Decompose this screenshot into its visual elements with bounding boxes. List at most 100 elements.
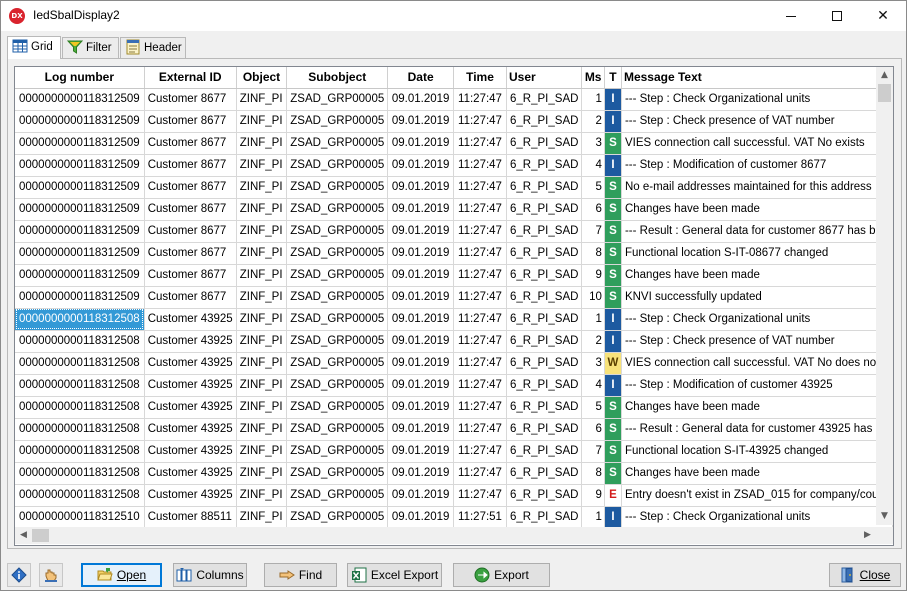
col-header-subobject[interactable]: Subobject — [286, 67, 389, 89]
cell-object[interactable]: ZINF_PI — [236, 220, 288, 243]
cell-user[interactable]: 6_R_PI_SAD — [506, 440, 583, 463]
cell-message-text[interactable]: Changes have been made — [621, 198, 893, 221]
cell-time[interactable]: 11:27:47 — [453, 264, 508, 287]
cell-ms[interactable]: 6 — [581, 418, 605, 441]
cell-type[interactable]: S — [604, 242, 622, 265]
cell-ms[interactable]: 10 — [581, 286, 605, 309]
cell-object[interactable]: ZINF_PI — [236, 462, 288, 485]
cell-date[interactable]: 09.01.2019 — [387, 484, 454, 507]
cell-external-id[interactable]: Customer 8677 — [144, 176, 237, 199]
cell-user[interactable]: 6_R_PI_SAD — [506, 308, 583, 331]
cell-subobject[interactable]: ZSAD_GRP00005 — [286, 176, 389, 199]
cell-external-id[interactable]: Customer 43925 — [144, 396, 237, 419]
cell-ms[interactable]: 5 — [581, 396, 605, 419]
cell-user[interactable]: 6_R_PI_SAD — [506, 506, 583, 529]
cell-time[interactable]: 11:27:47 — [453, 154, 508, 177]
scroll-right-icon[interactable]: ▶ — [859, 527, 876, 544]
cell-log-number[interactable]: 0000000000118312509 — [15, 286, 145, 309]
table-row[interactable]: 0000000000118312508 Customer 43925 ZINF_PI… — [15, 308, 893, 331]
cell-object[interactable]: ZINF_PI — [236, 110, 288, 133]
tab-grid[interactable]: Grid — [7, 36, 61, 59]
cell-external-id[interactable]: Customer 8677 — [144, 198, 237, 221]
cell-type[interactable]: S — [604, 286, 622, 309]
cell-external-id[interactable]: Customer 8677 — [144, 88, 237, 111]
cell-log-number[interactable]: 0000000000118312509 — [15, 132, 145, 155]
cell-time[interactable]: 11:27:47 — [453, 462, 508, 485]
cell-subobject[interactable]: ZSAD_GRP00005 — [286, 352, 389, 375]
tab-filter[interactable]: Filter — [62, 37, 119, 59]
cell-object[interactable]: ZINF_PI — [236, 286, 288, 309]
cell-message-text[interactable]: --- Result : General data for customer 8… — [621, 220, 893, 243]
cell-message-text[interactable]: Entry doesn't exist in ZSAD_015 for comp… — [621, 484, 893, 507]
cell-ms[interactable]: 7 — [581, 440, 605, 463]
table-row[interactable]: 0000000000118312508 Customer 43925 ZINF_PI… — [15, 352, 893, 375]
scroll-down-icon[interactable]: ▼ — [876, 508, 893, 525]
cell-log-number[interactable]: 0000000000118312509 — [15, 154, 145, 177]
horizontal-scroll-thumb[interactable] — [32, 529, 49, 542]
cell-message-text[interactable]: VIES connection call successful. VAT No … — [621, 352, 893, 375]
cell-ms[interactable]: 1 — [581, 308, 605, 331]
table-row[interactable]: 0000000000118312509 Customer 8677 ZINF_PI Z… — [15, 88, 893, 111]
table-row[interactable]: 0000000000118312509 Customer 8677 ZINF_PI Z… — [15, 154, 893, 177]
col-header-user[interactable]: User — [506, 67, 583, 89]
cell-ms[interactable]: 5 — [581, 176, 605, 199]
cell-log-number[interactable]: 0000000000118312509 — [15, 264, 145, 287]
cell-log-number[interactable]: 0000000000118312508 — [15, 440, 145, 463]
cell-date[interactable]: 09.01.2019 — [387, 242, 454, 265]
cell-user[interactable]: 6_R_PI_SAD — [506, 176, 583, 199]
cell-time[interactable]: 11:27:47 — [453, 110, 508, 133]
table-row[interactable]: 0000000000118312508 Customer 43925 ZINF_PI… — [15, 396, 893, 419]
cell-date[interactable]: 09.01.2019 — [387, 506, 454, 529]
cell-date[interactable]: 09.01.2019 — [387, 374, 454, 397]
cell-external-id[interactable]: Customer 8677 — [144, 286, 237, 309]
cell-message-text[interactable]: Changes have been made — [621, 396, 893, 419]
cell-type[interactable]: S — [604, 462, 622, 485]
cell-subobject[interactable]: ZSAD_GRP00005 — [286, 308, 389, 331]
cell-time[interactable]: 11:27:47 — [453, 308, 508, 331]
col-header-date[interactable]: Date — [387, 67, 454, 89]
horizontal-scrollbar[interactable]: ◀ ▶ — [15, 527, 876, 544]
cell-type[interactable]: S — [604, 440, 622, 463]
table-row[interactable]: 0000000000118312509 Customer 8677 ZINF_PI Z… — [15, 132, 893, 155]
cell-object[interactable]: ZINF_PI — [236, 484, 288, 507]
table-row[interactable]: 0000000000118312509 Customer 8677 ZINF_PI Z… — [15, 264, 893, 287]
cell-log-number[interactable]: 0000000000118312508 — [15, 330, 145, 353]
cell-message-text[interactable]: --- Step : Check Organizational units — [621, 88, 893, 111]
table-row[interactable]: 0000000000118312508 Customer 43925 ZINF_PI… — [15, 418, 893, 441]
cell-ms[interactable]: 4 — [581, 374, 605, 397]
cell-subobject[interactable]: ZSAD_GRP00005 — [286, 374, 389, 397]
cell-ms[interactable]: 2 — [581, 110, 605, 133]
cell-subobject[interactable]: ZSAD_GRP00005 — [286, 110, 389, 133]
cell-ms[interactable]: 9 — [581, 484, 605, 507]
cell-user[interactable]: 6_R_PI_SAD — [506, 132, 583, 155]
cell-subobject[interactable]: ZSAD_GRP00005 — [286, 154, 389, 177]
cell-log-number[interactable]: 0000000000118312508 — [15, 396, 145, 419]
cell-external-id[interactable]: Customer 8677 — [144, 132, 237, 155]
cell-user[interactable]: 6_R_PI_SAD — [506, 220, 583, 243]
cell-log-number[interactable]: 0000000000118312508 — [15, 352, 145, 375]
cell-type[interactable]: S — [604, 220, 622, 243]
cell-subobject[interactable]: ZSAD_GRP00005 — [286, 242, 389, 265]
cell-object[interactable]: ZINF_PI — [236, 198, 288, 221]
cell-message-text[interactable]: No e-mail addresses maintained for this … — [621, 176, 893, 199]
cell-message-text[interactable]: --- Step : Check presence of VAT number — [621, 330, 893, 353]
cell-log-number[interactable]: 0000000000118312510 — [15, 506, 145, 529]
cell-object[interactable]: ZINF_PI — [236, 132, 288, 155]
table-row[interactable]: 0000000000118312510 Customer 88511 ZINF_PI… — [15, 506, 893, 529]
cell-date[interactable]: 09.01.2019 — [387, 198, 454, 221]
cell-external-id[interactable]: Customer 43925 — [144, 440, 237, 463]
cell-object[interactable]: ZINF_PI — [236, 88, 288, 111]
table-row[interactable]: 0000000000118312509 Customer 8677 ZINF_PI Z… — [15, 176, 893, 199]
cell-date[interactable]: 09.01.2019 — [387, 286, 454, 309]
cell-subobject[interactable]: ZSAD_GRP00005 — [286, 440, 389, 463]
cell-type[interactable]: S — [604, 264, 622, 287]
cell-user[interactable]: 6_R_PI_SAD — [506, 264, 583, 287]
cell-log-number[interactable]: 0000000000118312509 — [15, 176, 145, 199]
cell-user[interactable]: 6_R_PI_SAD — [506, 88, 583, 111]
cell-object[interactable]: ZINF_PI — [236, 352, 288, 375]
cell-subobject[interactable]: ZSAD_GRP00005 — [286, 88, 389, 111]
cell-date[interactable]: 09.01.2019 — [387, 440, 454, 463]
cell-external-id[interactable]: Customer 8677 — [144, 110, 237, 133]
export-button[interactable]: Export — [453, 563, 550, 587]
find-button[interactable]: Find — [264, 563, 337, 587]
